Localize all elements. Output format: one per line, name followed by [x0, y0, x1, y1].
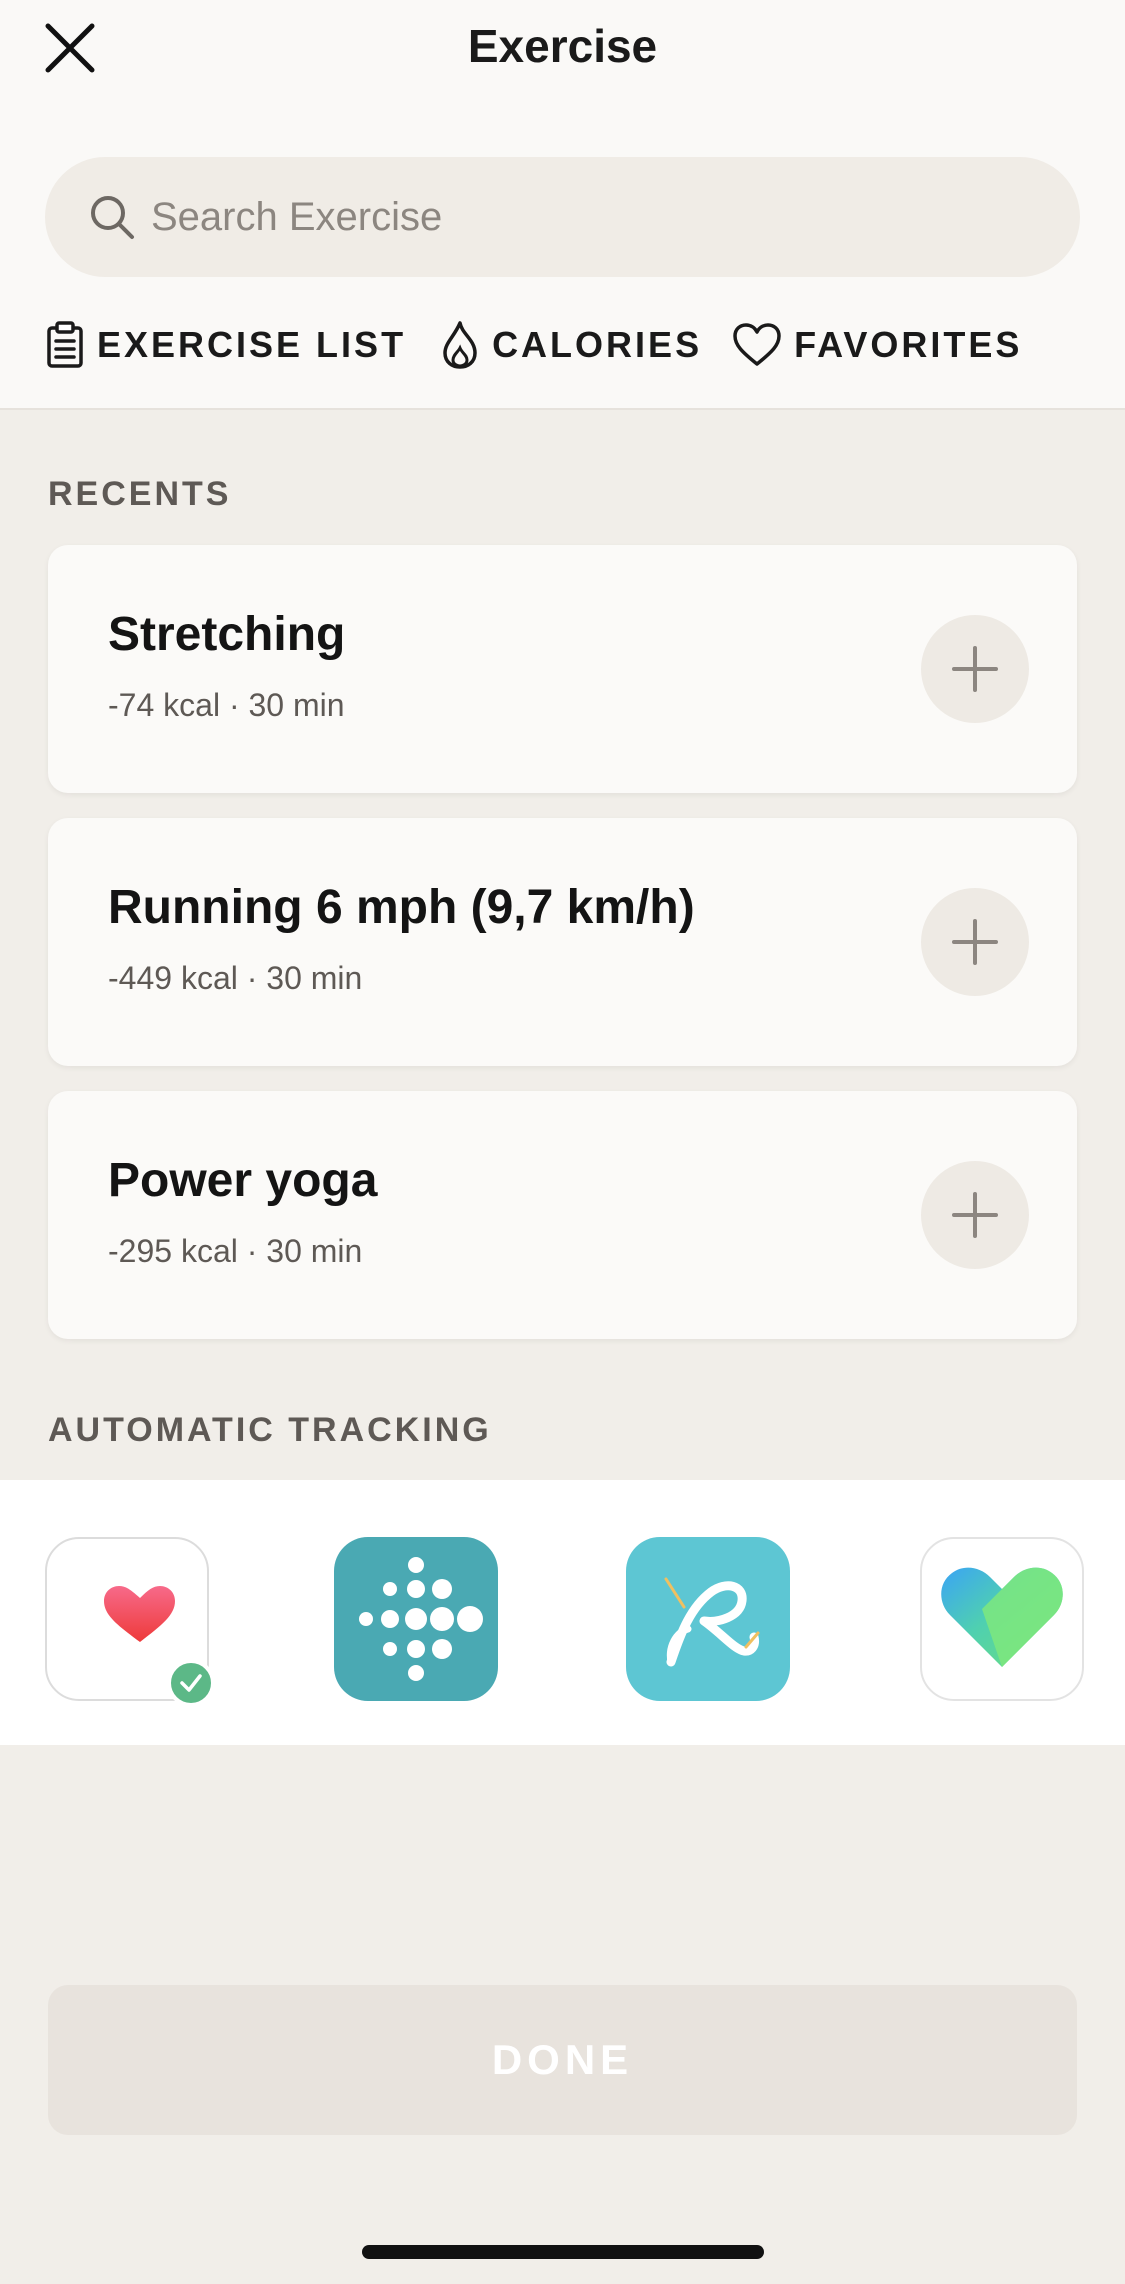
google-fit-icon [941, 1567, 1063, 1667]
exercise-meta: -74 kcal · 30 min [108, 687, 345, 723]
add-exercise-button[interactable] [921, 1161, 1029, 1269]
search-input[interactable] [137, 157, 1080, 277]
add-exercise-button[interactable] [921, 888, 1029, 996]
runkeeper-icon [664, 1577, 760, 1667]
apple-health-app[interactable] [45, 1537, 215, 1707]
page-title: Exercise [467, 20, 658, 72]
tab-label: EXERCISE LIST [97, 324, 407, 365]
search-bar[interactable] [45, 157, 1080, 277]
exercise-name: Running 6 mph (9,7 km/h) [108, 881, 695, 934]
header: Exercise EXERCISE LIST [0, 0, 1125, 410]
google-fit-app[interactable] [920, 1537, 1084, 1701]
flame-icon [443, 321, 477, 369]
recent-exercise-card[interactable]: Running 6 mph (9,7 km/h) -449 kcal · 30 … [48, 818, 1077, 1066]
clipboard-icon [47, 321, 83, 368]
plus-icon [952, 1192, 998, 1238]
tab-label: FAVORITES [794, 324, 1023, 365]
done-button[interactable]: DONE [48, 1985, 1077, 2135]
recents-label: RECENTS [48, 475, 232, 513]
tab-favorites[interactable]: FAVORITES [732, 322, 1022, 368]
exercise-name: Power yoga [108, 1154, 378, 1207]
add-exercise-button[interactable] [921, 615, 1029, 723]
tab-calories[interactable]: CALORIES [440, 320, 702, 370]
tab-exercise-list[interactable]: EXERCISE LIST [45, 321, 406, 369]
checkmark-icon [180, 1674, 202, 1692]
connected-badge [167, 1659, 215, 1707]
exercise-name: Stretching [108, 608, 346, 661]
plus-icon [952, 919, 998, 965]
recent-exercise-card[interactable]: Stretching -74 kcal · 30 min [48, 545, 1077, 793]
fitbit-icon [359, 1557, 483, 1681]
home-indicator [362, 2245, 764, 2259]
search-icon [91, 196, 134, 239]
exercise-screen: Exercise EXERCISE LIST [0, 0, 1125, 2284]
recent-exercise-card[interactable]: Power yoga -295 kcal · 30 min [48, 1091, 1077, 1339]
fitbit-app[interactable] [334, 1537, 498, 1701]
plus-icon [952, 646, 998, 692]
tab-bar: EXERCISE LIST CALORIES FAVORITES [45, 315, 1022, 375]
automatic-tracking-label: AUTOMATIC TRACKING [48, 1411, 492, 1449]
runkeeper-app[interactable] [626, 1537, 790, 1701]
exercise-meta: -449 kcal · 30 min [108, 960, 363, 996]
heart-outline-icon [733, 323, 781, 366]
tracking-apps-strip [0, 1480, 1125, 1745]
exercise-meta: -295 kcal · 30 min [108, 1233, 363, 1269]
tab-label: CALORIES [492, 324, 703, 365]
